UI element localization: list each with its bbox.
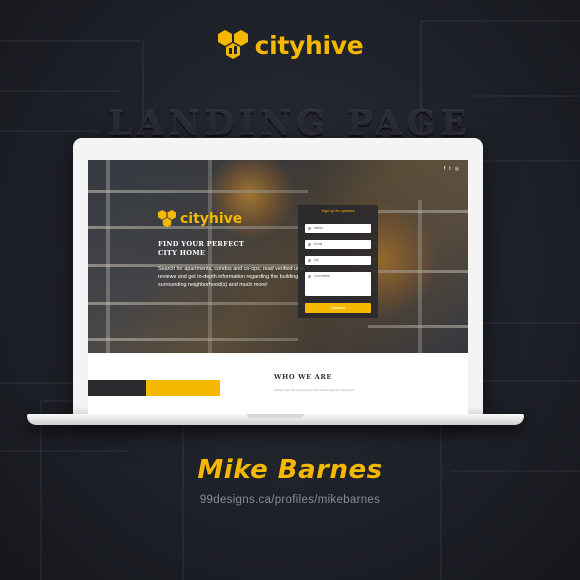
hero-logo-text: cityhive xyxy=(180,211,243,227)
comments-placeholder: Comments xyxy=(314,274,330,278)
location-icon xyxy=(308,259,311,262)
zip-placeholder: Zip xyxy=(314,258,319,262)
laptop-base xyxy=(27,414,524,425)
signup-title: Sign up for updates xyxy=(321,209,355,213)
section-title: WHO WE ARE xyxy=(274,373,333,381)
signup-form: Sign up for updates Name Email Zip Comme… xyxy=(298,205,378,318)
feature-banner xyxy=(88,380,220,396)
instagram-icon[interactable]: ◎ xyxy=(455,166,459,172)
background-line xyxy=(470,95,580,97)
email-field[interactable]: Email xyxy=(305,240,371,249)
background-building xyxy=(40,400,184,580)
hero-logo: cityhive xyxy=(157,210,242,228)
hero-tagline: FIND YOUR PERFECT CITY HOME xyxy=(158,240,244,258)
hexagon-logo-icon xyxy=(217,30,248,59)
hero-overlay xyxy=(88,160,468,353)
social-links: f t ◎ xyxy=(444,166,459,172)
subscribe-button[interactable]: Subscribe xyxy=(305,303,371,313)
name-placeholder: Name xyxy=(314,226,323,230)
brand-logo: cityhive xyxy=(0,30,580,60)
hero-tagline-line2: CITY HOME xyxy=(158,249,206,257)
zip-field[interactable]: Zip xyxy=(305,256,371,265)
comments-field[interactable]: Comments xyxy=(305,272,371,296)
brand-logo-text: cityhive xyxy=(254,30,364,60)
designer-name: Mike Barnes xyxy=(197,455,383,485)
twitter-icon[interactable]: t xyxy=(449,166,450,172)
user-icon xyxy=(308,227,311,230)
hexagon-logo-icon xyxy=(158,210,176,228)
mail-icon xyxy=(308,243,311,246)
laptop-screen: f t ◎ cityhive FIND YOUR PERFECT CITY HO… xyxy=(88,160,468,414)
name-field[interactable]: Name xyxy=(305,224,371,233)
background-line xyxy=(0,90,120,92)
section-text: Cityhive users can rent and buy in a the… xyxy=(274,389,354,392)
hero-tagline-line1: FIND YOUR PERFECT xyxy=(158,240,245,248)
email-placeholder: Email xyxy=(314,242,323,246)
hero-description: Search for apartments, condos and co-ops… xyxy=(158,266,305,289)
background-line xyxy=(0,450,130,452)
comment-icon xyxy=(308,275,311,278)
facebook-icon[interactable]: f xyxy=(444,166,445,172)
hero-section: f t ◎ cityhive FIND YOUR PERFECT CITY HO… xyxy=(88,160,468,353)
feature-banner-accent xyxy=(146,380,220,396)
designer-profile-link[interactable]: 99designs.ca/profiles/mikebarnes xyxy=(0,494,580,506)
laptop-notch xyxy=(247,414,304,418)
